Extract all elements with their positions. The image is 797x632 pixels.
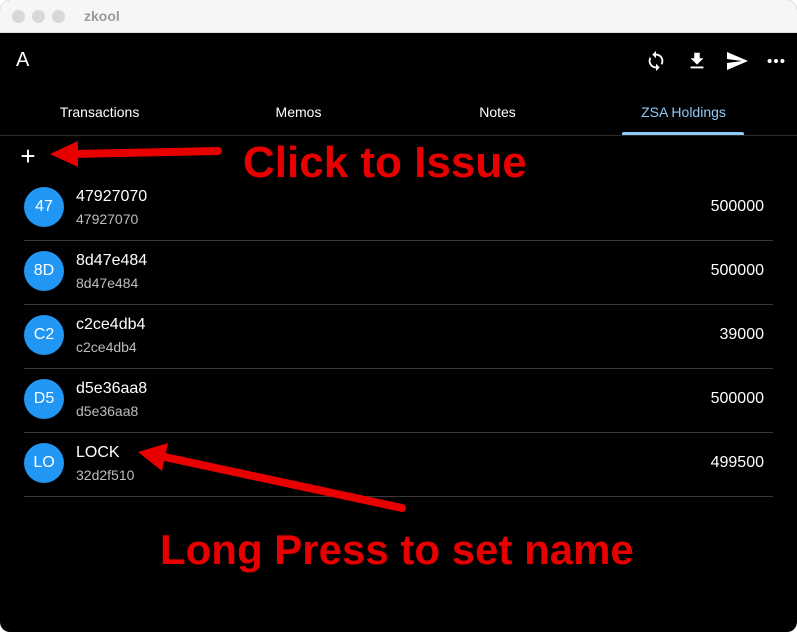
app-window: zkool A Transactions Memos Notes ZSA Hol… xyxy=(0,0,797,632)
issue-arrow xyxy=(50,141,222,167)
issue-annotation: Click to Issue xyxy=(243,138,527,187)
long-press-annotation: Long Press to set name xyxy=(160,526,634,573)
long-press-arrow xyxy=(138,443,406,512)
